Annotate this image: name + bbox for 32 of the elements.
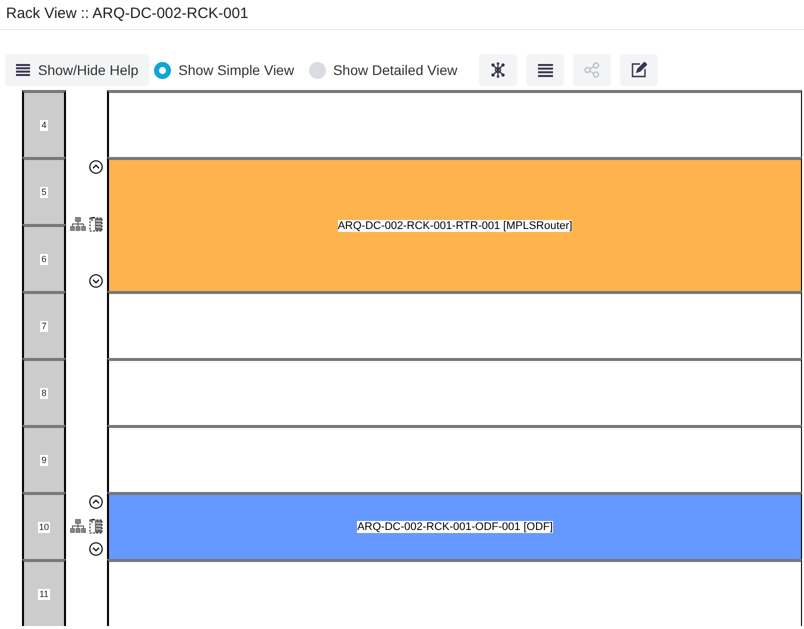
chevron-down-circle-icon[interactable] (89, 274, 103, 288)
list-button[interactable] (526, 54, 564, 86)
unit-number: 7 (40, 320, 48, 332)
view-radio-option[interactable]: Show Simple View (154, 60, 294, 80)
unit-number: 11 (38, 588, 50, 600)
list-icon (538, 64, 553, 76)
edit-button[interactable] (620, 54, 658, 86)
unit-number: 4 (40, 120, 48, 130)
show-hide-help-button[interactable]: Show/Hide Help (5, 54, 150, 86)
share-icon (584, 62, 600, 78)
network-button[interactable] (479, 54, 518, 86)
device-swap-icon[interactable] (89, 518, 103, 534)
device-swap-icon[interactable] (89, 216, 103, 232)
chevron-down-circle-icon[interactable] (89, 542, 103, 556)
unit-number: 6 (40, 254, 48, 264)
unit-number: 5 (40, 186, 48, 198)
chevron-up-circle-icon[interactable] (89, 495, 103, 509)
network-icon (490, 62, 506, 78)
chevron-up-circle-icon[interactable] (89, 160, 103, 174)
device-label: ARQ-DC-002-RCK-001-ODF-001 [ODF] (357, 521, 553, 533)
view-radio-option[interactable]: Show Detailed View (309, 60, 458, 80)
unit-number: 10 (38, 522, 50, 532)
page-title: Rack View :: ARQ-DC-002-RCK-001 (6, 4, 248, 24)
unit-number: 9 (40, 454, 48, 466)
radio-button[interactable] (154, 62, 172, 78)
unit-number: 8 (40, 388, 48, 398)
radio-button[interactable] (309, 62, 326, 78)
menu-icon (16, 64, 30, 76)
hierarchy-icon[interactable] (70, 217, 86, 231)
edit-icon (631, 62, 648, 78)
hierarchy-icon[interactable] (70, 518, 86, 532)
rack-device[interactable]: ARQ-DC-002-RCK-001-ODF-001 [ODF] (107, 492, 802, 559)
